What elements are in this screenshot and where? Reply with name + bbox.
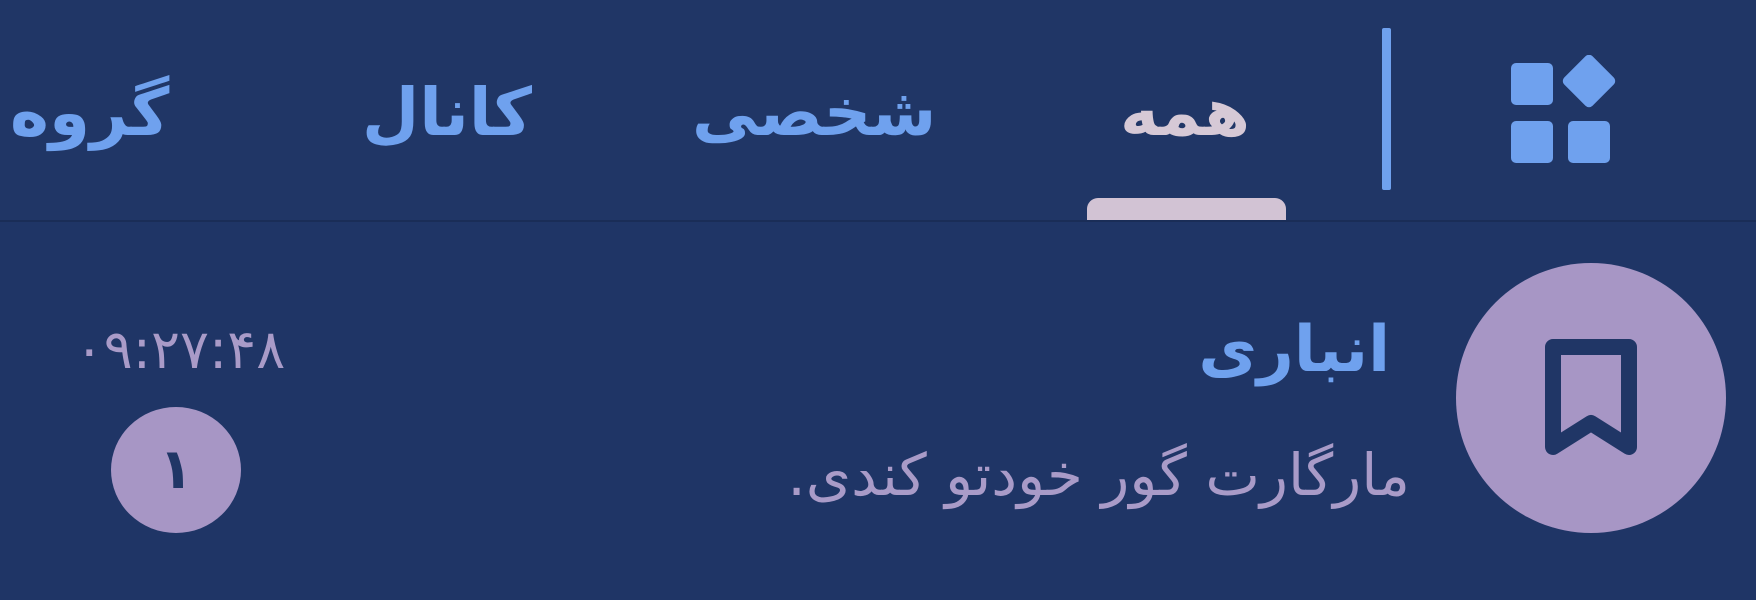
folders-button[interactable] — [1500, 55, 1620, 175]
tab-personal[interactable]: شخصی — [692, 58, 936, 168]
tab-bar: همه شخصی کانال گروه — [0, 0, 1756, 220]
chat-message-preview: مارگارت گور خودتو کندی. — [787, 441, 1410, 509]
tab-group[interactable]: گروه — [10, 58, 169, 168]
tab-channel[interactable]: کانال — [362, 58, 532, 168]
unread-count-badge: ۱ — [111, 407, 241, 533]
avatar — [1456, 263, 1726, 533]
tab-separator — [1382, 28, 1391, 190]
chat-timestamp: ۰۹:۲۷:۴۸ — [74, 318, 286, 381]
tab-all[interactable]: همه — [1120, 58, 1250, 168]
bookmark-icon — [1545, 339, 1637, 455]
grid-shapes-icon — [1511, 55, 1616, 163]
chat-title: انباری — [1198, 313, 1390, 387]
active-tab-indicator — [1087, 198, 1286, 220]
